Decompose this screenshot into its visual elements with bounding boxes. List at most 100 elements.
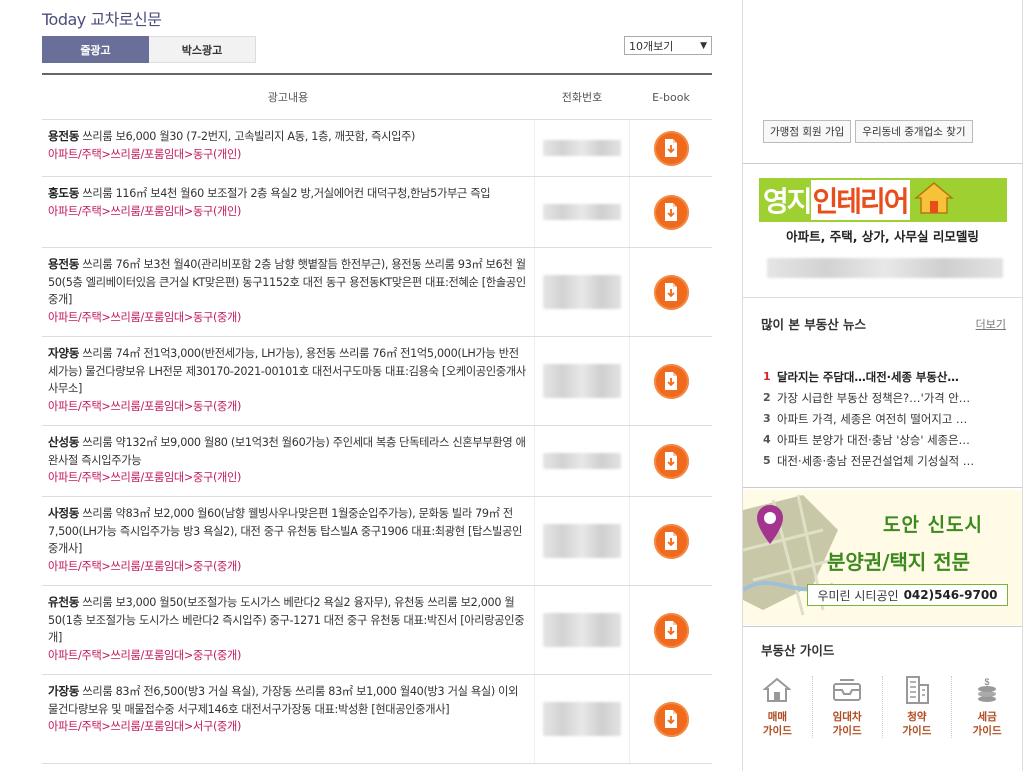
ad-location: 용전동	[48, 257, 80, 271]
page-size-select[interactable]: 10개보기 ▼	[624, 36, 712, 55]
guide-label: 청약 가이드	[902, 710, 931, 738]
guide-title: 부동산 가이드	[761, 643, 835, 658]
banner2-subheadline: 분양권/택지 전문	[827, 550, 971, 574]
ebook-button[interactable]	[653, 194, 689, 230]
guide-label-line1: 임대차	[832, 711, 862, 723]
ebook-button[interactable]	[653, 443, 689, 479]
guide-item-sale[interactable]: 매매가이드	[743, 676, 813, 738]
table-row: 유천동 쓰리룸 보3,000 월50(보조절가능 도시가스 베란다2 욕실2 융…	[42, 586, 712, 675]
ad-content[interactable]: 홍도동 쓰리룸 116㎡ 보4천 월60 보조절가 2층 욕실2 방,거실에어컨…	[42, 177, 534, 247]
document-download-icon	[665, 139, 677, 157]
phone-cell	[534, 248, 630, 336]
banner2-contact-phone: 042)546-9700	[903, 588, 998, 602]
ad-category[interactable]: 아파트/주택>쓰리룸/포룸임대>중구(개인)	[48, 469, 528, 487]
doan-newtown-ad-banner[interactable]: 도안 신도시 분양권/택지 전문 우미린 시티공인 042)546-9700	[743, 490, 1022, 625]
ad-content[interactable]: 유천동 쓰리룸 보3,000 월50(보조절가능 도시가스 베란다2 욕실2 융…	[42, 586, 534, 674]
column-header-phone: 전화번호	[561, 91, 603, 104]
ad-category[interactable]: 아파트/주택>쓰리룸/포룸임대>서구(중개)	[48, 718, 528, 736]
tab-line-ads[interactable]: 줄광고	[42, 36, 149, 63]
document-download-icon	[665, 452, 677, 470]
ad-content[interactable]: 사정동 쓰리룸 약83㎡ 보2,000 월60(남향 웰빙사우나맞은편 1월중순…	[42, 497, 534, 585]
news-headline: 달라지는 주담대…대전·세종 부동산…	[777, 369, 959, 384]
member-join-button[interactable]: 가맹점 회원 가입	[763, 120, 852, 143]
news-list: 1 달라지는 주담대…대전·세종 부동산… 2 가장 시급한 부동산 정책은?…'가격…	[763, 366, 1007, 471]
ad-text: 쓰리룸 보6,000 월30 (7-2번지, 고속빌리지 A동, 1층, 깨끗함…	[79, 130, 416, 143]
banner2-contact-name: 우미린 시티공인	[817, 588, 899, 603]
news-item[interactable]: 4 아파트 분양가 대전·충남 '상승' 세종은…	[763, 429, 1007, 450]
ad-content[interactable]: 산성동 쓰리룸 약132㎡ 보9,000 월80 (보1억3천 월60가능) 주…	[42, 426, 534, 496]
house-icon	[913, 181, 954, 219]
ad-type-tabs: 줄광고 박스광고	[42, 36, 256, 63]
news-item[interactable]: 1 달라지는 주담대…대전·세종 부동산…	[763, 366, 1007, 387]
ebook-button[interactable]	[653, 274, 689, 310]
guide-item-subscription[interactable]: 청약 가이드	[883, 676, 953, 738]
tab-box-ads[interactable]: 박스광고	[149, 36, 256, 63]
table-row: 산성동 쓰리룸 약132㎡ 보9,000 월80 (보1억3천 월60가능) 주…	[42, 426, 712, 497]
inbox-icon	[832, 676, 862, 704]
ebook-button[interactable]	[653, 612, 689, 648]
news-rank: 5	[763, 454, 771, 467]
document-download-icon	[665, 532, 677, 550]
document-download-icon	[665, 283, 677, 301]
ad-text: 쓰리룸 74㎡ 전1억3,000(반전세가능, LH가능), 용전동 쓰리룸 7…	[48, 347, 526, 395]
phone-cell	[534, 497, 630, 585]
ad-location: 가장동	[48, 684, 80, 698]
phone-cell	[534, 177, 630, 247]
ad-text: 쓰리룸 보3,000 월50(보조절가능 도시가스 베란다2 욕실2 융자무),…	[48, 596, 525, 644]
divider	[743, 487, 1022, 488]
ad-content[interactable]: 용전동 쓰리룸 보6,000 월30 (7-2번지, 고속빌리지 A동, 1층,…	[42, 120, 534, 176]
guide-label: 임대차 가이드	[833, 710, 862, 738]
blurred-phone-number	[543, 453, 621, 469]
document-download-icon	[665, 372, 677, 390]
ad-category[interactable]: 아파트/주택>쓰리룸/포룸임대>중구(중개)	[48, 558, 528, 576]
ad-category[interactable]: 아파트/주택>쓰리룸/포룸임대>동구(개인)	[48, 146, 528, 164]
news-item[interactable]: 2 가장 시급한 부동산 정책은?…'가격 안…	[763, 387, 1007, 408]
guide-item-lease[interactable]: 임대차 가이드	[813, 676, 883, 738]
document-download-icon	[665, 710, 677, 728]
guide-label-line1: 매매	[767, 711, 788, 723]
ebook-cell	[630, 337, 712, 425]
news-rank: 2	[763, 391, 771, 404]
ad-content[interactable]: 용전동 쓰리룸 76㎡ 보3천 월40(관리비포함 2층 남향 햇볕잘듬 한전부…	[42, 248, 534, 336]
guide-item-tax[interactable]: $ 세금 가이드	[952, 676, 1022, 738]
guide-label-line2: 가이드	[762, 725, 792, 737]
ad-text: 쓰리룸 83㎡ 전6,500(방3 거실 욕실), 가장동 쓰리룸 83㎡ 보1…	[48, 685, 519, 716]
ad-category[interactable]: 아파트/주택>쓰리룸/포룸임대>중구(중개)	[48, 647, 528, 665]
find-agency-button[interactable]: 우리동네 중개업소 찾기	[855, 120, 973, 143]
interior-ad-title-part1: 영지	[763, 185, 813, 218]
ebook-button[interactable]	[653, 363, 689, 399]
blurred-phone-number	[543, 364, 621, 398]
banner2-headline: 도안 신도시	[883, 514, 984, 536]
guide-label: 세금 가이드	[973, 710, 1002, 738]
divider	[743, 163, 1022, 164]
ad-category[interactable]: 아파트/주택>쓰리룸/포룸임대>동구(개인)	[48, 203, 528, 221]
news-headline: 가장 시급한 부동산 정책은?…'가격 안…	[777, 390, 971, 405]
table-header: 광고내용 전화번호 E-book	[42, 75, 712, 120]
ad-location: 사정동	[48, 506, 80, 520]
guide-label: 매매가이드	[763, 710, 792, 738]
news-item[interactable]: 5 대전·세종·충남 전문건설업체 기성실적 …	[763, 450, 1007, 471]
phone-cell	[534, 675, 630, 763]
ebook-button[interactable]	[653, 130, 689, 166]
table-row: 자양동 쓰리룸 74㎡ 전1억3,000(반전세가능, LH가능), 용전동 쓰…	[42, 337, 712, 426]
blurred-phone-number	[543, 524, 621, 558]
news-rank: 4	[763, 433, 771, 446]
ad-content[interactable]: 가장동 쓰리룸 83㎡ 전6,500(방3 거실 욕실), 가장동 쓰리룸 83…	[42, 675, 534, 763]
ad-location: 유천동	[48, 595, 80, 609]
ad-text: 쓰리룸 약132㎡ 보9,000 월80 (보1억3천 월60가능) 주인세대 …	[48, 436, 526, 467]
banner2-contact: 우미린 시티공인 042)546-9700	[807, 584, 1008, 606]
news-more-link[interactable]: 더보기	[976, 316, 1006, 332]
ad-category[interactable]: 아파트/주택>쓰리룸/포룸임대>동구(중개)	[48, 309, 528, 327]
news-item[interactable]: 3 아파트 가격, 세종은 여전히 떨어지고 …	[763, 408, 1007, 429]
ad-location: 산성동	[48, 435, 80, 449]
popular-news-title: 많이 본 부동산 뉴스	[761, 317, 867, 332]
ad-category[interactable]: 아파트/주택>쓰리룸/포룸임대>동구(중개)	[48, 398, 528, 416]
ebook-button[interactable]	[653, 701, 689, 737]
guide-label-line1: 청약	[907, 711, 927, 723]
phone-cell	[534, 586, 630, 674]
blurred-contact-info	[767, 258, 1003, 278]
ebook-button[interactable]	[653, 523, 689, 559]
ad-content[interactable]: 자양동 쓰리룸 74㎡ 전1억3,000(반전세가능, LH가능), 용전동 쓰…	[42, 337, 534, 425]
interior-ad-banner[interactable]: 영지 인테리어 아파트, 주택, 상가, 사무실 리모델링	[743, 166, 1022, 298]
guide-label-line2: 가이드	[972, 725, 1002, 737]
